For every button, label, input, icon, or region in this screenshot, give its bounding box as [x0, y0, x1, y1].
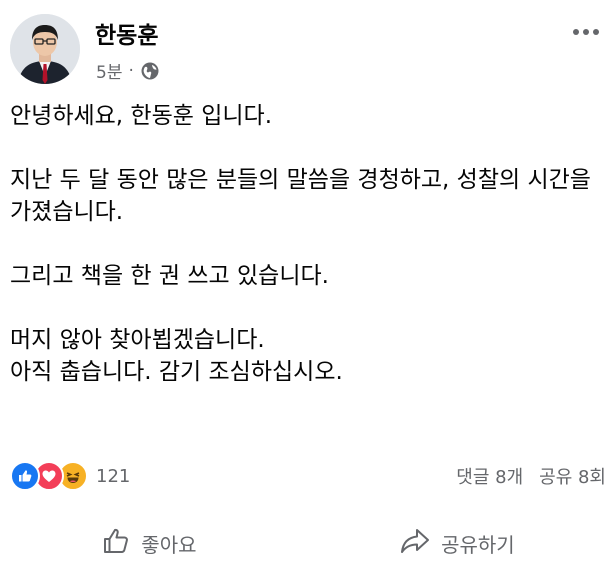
post-header: 한동훈 5분 · [10, 12, 606, 88]
like-button[interactable]: 좋아요 [81, 520, 216, 567]
thumbs-up-icon [101, 526, 131, 561]
meta-separator: · [128, 60, 134, 81]
engagement-counts: 댓글 8개 공유 8회 [456, 463, 606, 489]
post-meta: 5분 · [96, 58, 160, 83]
post-body: 안녕하세요, 한동훈 입니다. 지난 두 달 동안 많은 분들의 말씀을 경청하… [10, 100, 606, 388]
profile-photo [10, 14, 80, 84]
comment-count[interactable]: 댓글 8개 [456, 463, 523, 489]
share-count[interactable]: 공유 8회 [539, 463, 606, 489]
engagement-bar: 121 댓글 8개 공유 8회 [10, 461, 606, 491]
post-paragraph: 그리고 책을 한 권 쓰고 있습니다. [10, 263, 329, 289]
like-button-label: 좋아요 [141, 532, 197, 557]
author-name[interactable]: 한동훈 [95, 16, 158, 50]
share-button[interactable]: 공유하기 [379, 520, 535, 567]
reaction-count: 121 [96, 465, 131, 487]
globe-icon[interactable] [140, 61, 160, 81]
post-paragraph: 지난 두 달 동안 많은 분들의 말씀을 경청하고, 성찰의 시간을 가졌습니다… [10, 167, 599, 225]
share-arrow-icon [399, 526, 431, 561]
post-paragraph: 안녕하세요, 한동훈 입니다. [10, 103, 273, 129]
share-button-label: 공유하기 [441, 532, 515, 557]
post-time[interactable]: 5분 [96, 58, 122, 83]
like-icon [10, 461, 40, 491]
reactions-summary[interactable]: 121 [10, 461, 130, 491]
post-paragraph: 머지 않아 찾아뵙겠습니다. 아직 춥습니다. 감기 조심하십시오. [10, 327, 343, 385]
avatar[interactable] [10, 14, 80, 84]
post-actions: 좋아요 공유하기 [0, 516, 616, 570]
more-options-icon[interactable] [566, 18, 606, 46]
